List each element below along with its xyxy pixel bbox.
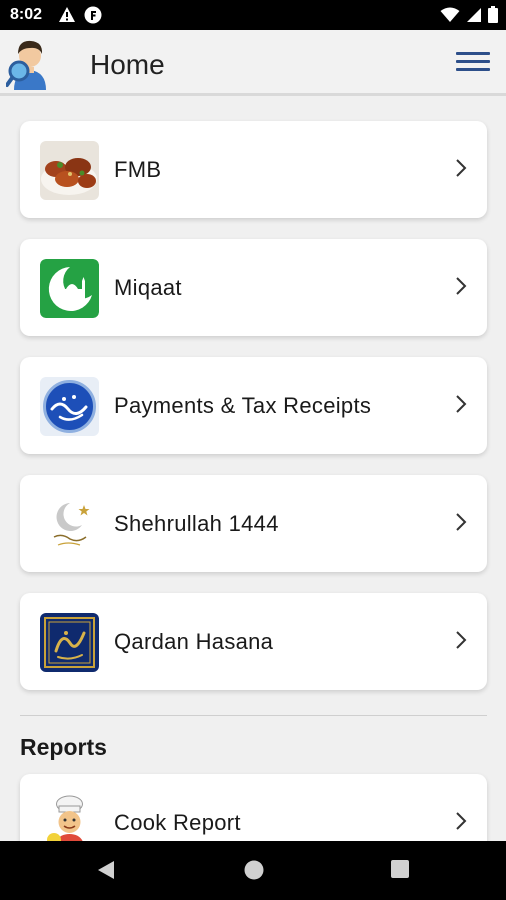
status-right-icons <box>440 6 498 23</box>
app-bar: Home <box>0 30 506 96</box>
chevron-right-icon <box>456 631 467 649</box>
chevron-right-icon <box>456 812 467 830</box>
chevron-right-icon <box>456 159 467 177</box>
report-item-cook-report[interactable]: Cook Report <box>20 774 487 841</box>
menu-item-label: Payments & Tax Receipts <box>114 393 372 418</box>
system-nav-bar <box>0 841 506 900</box>
report-item-label: Cook Report <box>114 810 241 835</box>
alert-icon <box>59 7 75 22</box>
sabeel-payments-icon <box>40 377 99 436</box>
section-divider <box>20 715 487 716</box>
menu-line <box>456 60 490 63</box>
menu-item-qardan-hasana[interactable]: Qardan Hasana <box>20 593 487 690</box>
chevron-right-icon <box>456 277 467 295</box>
menu-item-payments[interactable]: Payments & Tax Receipts <box>20 357 487 454</box>
hamburger-menu-icon[interactable] <box>456 52 490 76</box>
status-bar: 8:02 <box>0 0 506 30</box>
chef-icon <box>40 794 99 841</box>
menu-line <box>456 52 490 55</box>
reports-section-title: Reports <box>20 734 107 760</box>
chevron-right-icon <box>456 513 467 531</box>
signal-icon <box>467 7 481 22</box>
fmb-food-icon <box>40 141 99 200</box>
home-circle-icon[interactable] <box>243 859 265 881</box>
user-search-avatar-icon[interactable] <box>6 34 54 90</box>
menu-item-label: Qardan Hasana <box>114 629 274 654</box>
status-time: 8:02 <box>10 6 43 23</box>
f-app-icon <box>84 6 102 24</box>
miqaat-mosque-icon <box>40 259 99 318</box>
battery-icon <box>488 6 498 23</box>
back-icon[interactable] <box>96 859 116 881</box>
menu-item-miqaat[interactable]: Miqaat <box>20 239 487 336</box>
menu-item-fmb[interactable]: FMB <box>20 121 487 218</box>
menu-line <box>456 68 490 71</box>
menu-item-label: FMB <box>114 157 162 182</box>
recents-square-icon[interactable] <box>390 859 410 879</box>
status-left-icons <box>58 6 102 24</box>
chevron-right-icon <box>456 395 467 413</box>
menu-item-label: Miqaat <box>114 275 182 300</box>
ramadan-moon-icon <box>40 495 99 554</box>
home-content[interactable]: FMB Miqaat Payments & Tax Receipts Shehr… <box>0 99 506 841</box>
menu-item-shehrullah[interactable]: Shehrullah 1444 <box>20 475 487 572</box>
page-title: Home <box>90 49 165 80</box>
qardan-hasana-icon <box>40 613 99 672</box>
menu-item-label: Shehrullah 1444 <box>114 511 279 536</box>
wifi-icon <box>440 7 460 22</box>
